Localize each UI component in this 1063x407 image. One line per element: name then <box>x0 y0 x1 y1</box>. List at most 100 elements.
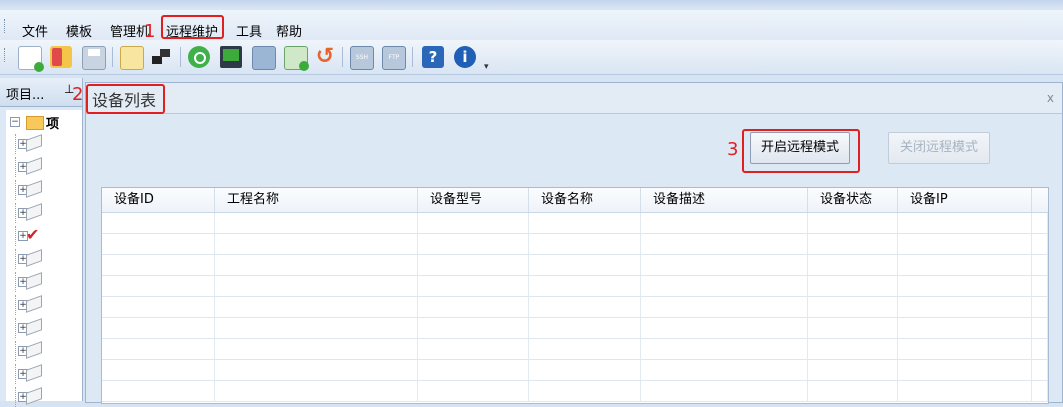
table-cell <box>1032 360 1048 381</box>
device-icon <box>26 318 42 336</box>
tree-item[interactable]: + <box>6 318 82 338</box>
ssh-icon[interactable]: SSH <box>350 46 374 70</box>
table-cell <box>1032 213 1048 234</box>
save-icon[interactable] <box>82 46 106 70</box>
toolbar-grip[interactable] <box>4 48 7 62</box>
table-cell <box>898 276 1032 297</box>
info-icon[interactable]: i <box>454 46 476 68</box>
table-cell <box>898 360 1032 381</box>
table-cell <box>641 318 808 339</box>
table-cell <box>1032 255 1048 276</box>
device-list-tab[interactable]: 设备列表 x <box>86 83 1062 114</box>
tree-line <box>15 272 17 292</box>
table-cell <box>641 276 808 297</box>
device-icon <box>26 249 42 267</box>
tree-item[interactable]: + <box>6 203 82 223</box>
device-icon <box>26 364 42 382</box>
annotation-marker-2: 2 <box>72 84 84 105</box>
table-cell <box>641 339 808 360</box>
tree-line <box>15 295 17 315</box>
table-cell <box>1032 381 1048 402</box>
table-cell <box>898 297 1032 318</box>
device-list-panel: 设备列表 x 开启远程模式 关闭远程模式 设备ID 工程名称 设备型号 设备名称… <box>85 82 1063 404</box>
tree-item[interactable]: + <box>6 180 82 200</box>
table-cell <box>102 381 215 402</box>
device-list-content: 开启远程模式 关闭远程模式 设备ID 工程名称 设备型号 设备名称 设备描述 设… <box>86 114 1062 404</box>
table-cell <box>418 381 529 402</box>
col-device-ip[interactable]: 设备IP <box>898 188 1032 212</box>
ftp-icon[interactable]: FTP <box>382 46 406 70</box>
table-cell <box>102 339 215 360</box>
tree-line <box>15 364 17 384</box>
table-cell <box>418 318 529 339</box>
tree-item[interactable]: + <box>6 364 82 384</box>
menu-grip[interactable] <box>4 19 7 33</box>
new-file-icon[interactable] <box>18 46 44 72</box>
table-cell <box>641 213 808 234</box>
reload-icon[interactable]: ↺ <box>314 46 336 68</box>
col-device-status[interactable]: 设备状态 <box>808 188 898 212</box>
table-cell <box>529 339 641 360</box>
tree-line <box>15 203 17 223</box>
checked-device-icon: ✔ <box>26 225 40 244</box>
folder-icon <box>26 116 44 130</box>
tree-item[interactable]: + <box>6 272 82 292</box>
table-cell <box>418 234 529 255</box>
table-cell <box>529 381 641 402</box>
col-device-description[interactable]: 设备描述 <box>641 188 808 212</box>
table-cell <box>418 360 529 381</box>
refresh-green-icon[interactable] <box>188 46 210 68</box>
col-device-name[interactable]: 设备名称 <box>529 188 641 212</box>
table-cell <box>808 297 898 318</box>
table-cell <box>898 213 1032 234</box>
tree-root[interactable]: − 项 <box>6 112 82 132</box>
project-panel: 项目... ⊥ − 项 + + + + + ✔ + + + + + + + <box>0 78 83 407</box>
ftp-label: FTP <box>388 54 400 61</box>
tree-item[interactable]: + <box>6 295 82 315</box>
table-header: 设备ID 工程名称 设备型号 设备名称 设备描述 设备状态 设备IP <box>102 188 1048 213</box>
table-cell <box>215 339 418 360</box>
table-cell <box>418 297 529 318</box>
table-cell <box>215 297 418 318</box>
network-icon[interactable] <box>150 46 172 68</box>
device-icon <box>26 341 42 359</box>
table-cell <box>215 234 418 255</box>
table-cell <box>641 360 808 381</box>
menu-bar: 文件 模板 管理机 远程维护 工具 帮助 <box>0 10 1063 40</box>
tree-line <box>15 180 17 200</box>
help-icon[interactable]: ? <box>422 46 444 68</box>
col-project-name[interactable]: 工程名称 <box>215 188 418 212</box>
table-cell <box>898 318 1032 339</box>
open-icon[interactable] <box>50 46 72 68</box>
table-cell <box>898 255 1032 276</box>
collapse-icon[interactable]: − <box>10 117 20 127</box>
tree-item[interactable]: + <box>6 249 82 269</box>
tree-item[interactable]: + <box>6 341 82 361</box>
table-cell <box>102 234 215 255</box>
col-device-model[interactable]: 设备型号 <box>418 188 529 212</box>
close-icon[interactable]: x <box>1047 91 1054 105</box>
device-icon <box>26 180 42 198</box>
tree-item[interactable]: + <box>6 387 82 407</box>
project-tree: − 项 + + + + + ✔ + + + + + + + <box>6 110 82 407</box>
table-cell <box>102 213 215 234</box>
book-icon[interactable] <box>120 46 144 70</box>
monitor-icon[interactable] <box>252 46 276 70</box>
table-cell <box>808 381 898 402</box>
col-device-id[interactable]: 设备ID <box>102 188 215 212</box>
toolbar-separator <box>180 47 181 67</box>
tree-line <box>15 341 17 361</box>
table-cell <box>641 234 808 255</box>
monitor-check-icon[interactable] <box>220 46 242 68</box>
tree-item[interactable]: + <box>6 134 82 154</box>
close-remote-mode-button[interactable]: 关闭远程模式 <box>888 132 990 164</box>
toolbar: ↺ SSH FTP ? i ▾ <box>0 40 1063 75</box>
tree-item[interactable]: + ✔ <box>6 225 82 246</box>
ssh-label: SSH <box>355 54 369 61</box>
device-icon <box>26 387 42 405</box>
add-device-icon[interactable] <box>284 46 309 71</box>
tree-item[interactable]: + <box>6 157 82 177</box>
table-cell <box>641 297 808 318</box>
toolbar-overflow-icon[interactable]: ▾ <box>484 62 489 72</box>
table-cell <box>808 318 898 339</box>
